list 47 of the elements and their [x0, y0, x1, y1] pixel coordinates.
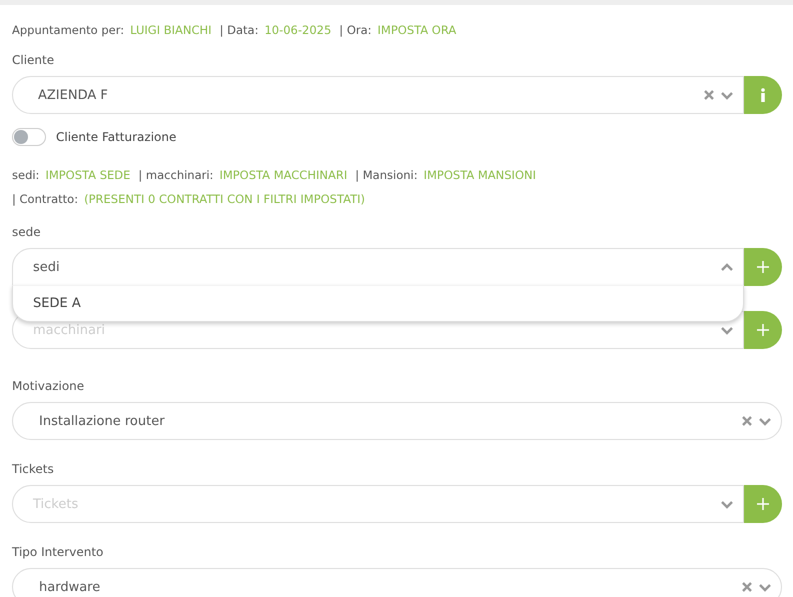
select-value: AZIENDA F	[38, 88, 109, 102]
header-label: | Ora:	[339, 23, 372, 37]
clear-icon[interactable]	[741, 415, 753, 427]
select-field[interactable]: Installazione router	[12, 402, 782, 440]
header-label: Appuntamento per:	[12, 23, 124, 37]
header-label: | Data:	[220, 23, 258, 37]
field-label: sede	[12, 225, 42, 240]
chevron-down-icon[interactable]	[759, 581, 771, 593]
header-value[interactable]: IMPOSTA ORA	[378, 23, 456, 37]
dropdown-option[interactable]: SEDE A	[13, 286, 743, 321]
filter-label: sedi:	[12, 168, 40, 182]
chevron-down-icon[interactable]	[721, 498, 733, 510]
info-button[interactable]	[744, 76, 782, 114]
chevron-up-icon[interactable]	[721, 261, 733, 273]
filter-label: | Contratto:	[12, 192, 78, 206]
filter-value[interactable]: IMPOSTA SEDE	[45, 168, 130, 182]
select-value: hardware	[39, 580, 102, 594]
field-label: Tickets	[12, 462, 55, 477]
add-button[interactable]	[744, 485, 782, 523]
clear-icon[interactable]	[741, 581, 753, 593]
select-value: Installazione router	[39, 414, 166, 428]
field-label: Cliente	[12, 53, 56, 68]
select-field[interactable]: sedi	[12, 248, 744, 286]
header-value[interactable]: LUIGI BIANCHI	[130, 23, 212, 37]
chevron-down-icon[interactable]	[721, 324, 733, 336]
add-button[interactable]	[744, 248, 782, 286]
filter-label: | Mansioni:	[355, 168, 418, 182]
field-label: Tipo Intervento	[12, 545, 104, 560]
filter-value[interactable]: (PRESENTI 0 CONTRATTI CON I FILTRI IMPOSTATI)	[84, 192, 365, 206]
select-field[interactable]: AZIENDA F	[12, 76, 744, 114]
select-field[interactable]: hardware	[12, 568, 782, 597]
toggle-switch[interactable]	[12, 128, 46, 146]
plus-icon	[757, 324, 769, 336]
plus-icon	[757, 261, 769, 273]
header-value[interactable]: 10-06-2025	[264, 23, 332, 37]
chevron-down-icon[interactable]	[759, 415, 771, 427]
clear-icon[interactable]	[703, 89, 715, 101]
info-icon	[760, 88, 766, 102]
field-label: Motivazione	[12, 379, 86, 394]
filter-label: | macchinari:	[138, 168, 214, 182]
filter-value[interactable]: IMPOSTA MANSIONI	[424, 168, 536, 182]
select-value: sedi	[33, 260, 61, 274]
add-button[interactable]	[744, 311, 782, 349]
plus-icon	[757, 498, 769, 510]
toggle-label: Cliente Fatturazione	[56, 130, 176, 144]
chevron-down-icon[interactable]	[721, 89, 733, 101]
filter-value[interactable]: IMPOSTA MACCHINARI	[219, 168, 348, 182]
